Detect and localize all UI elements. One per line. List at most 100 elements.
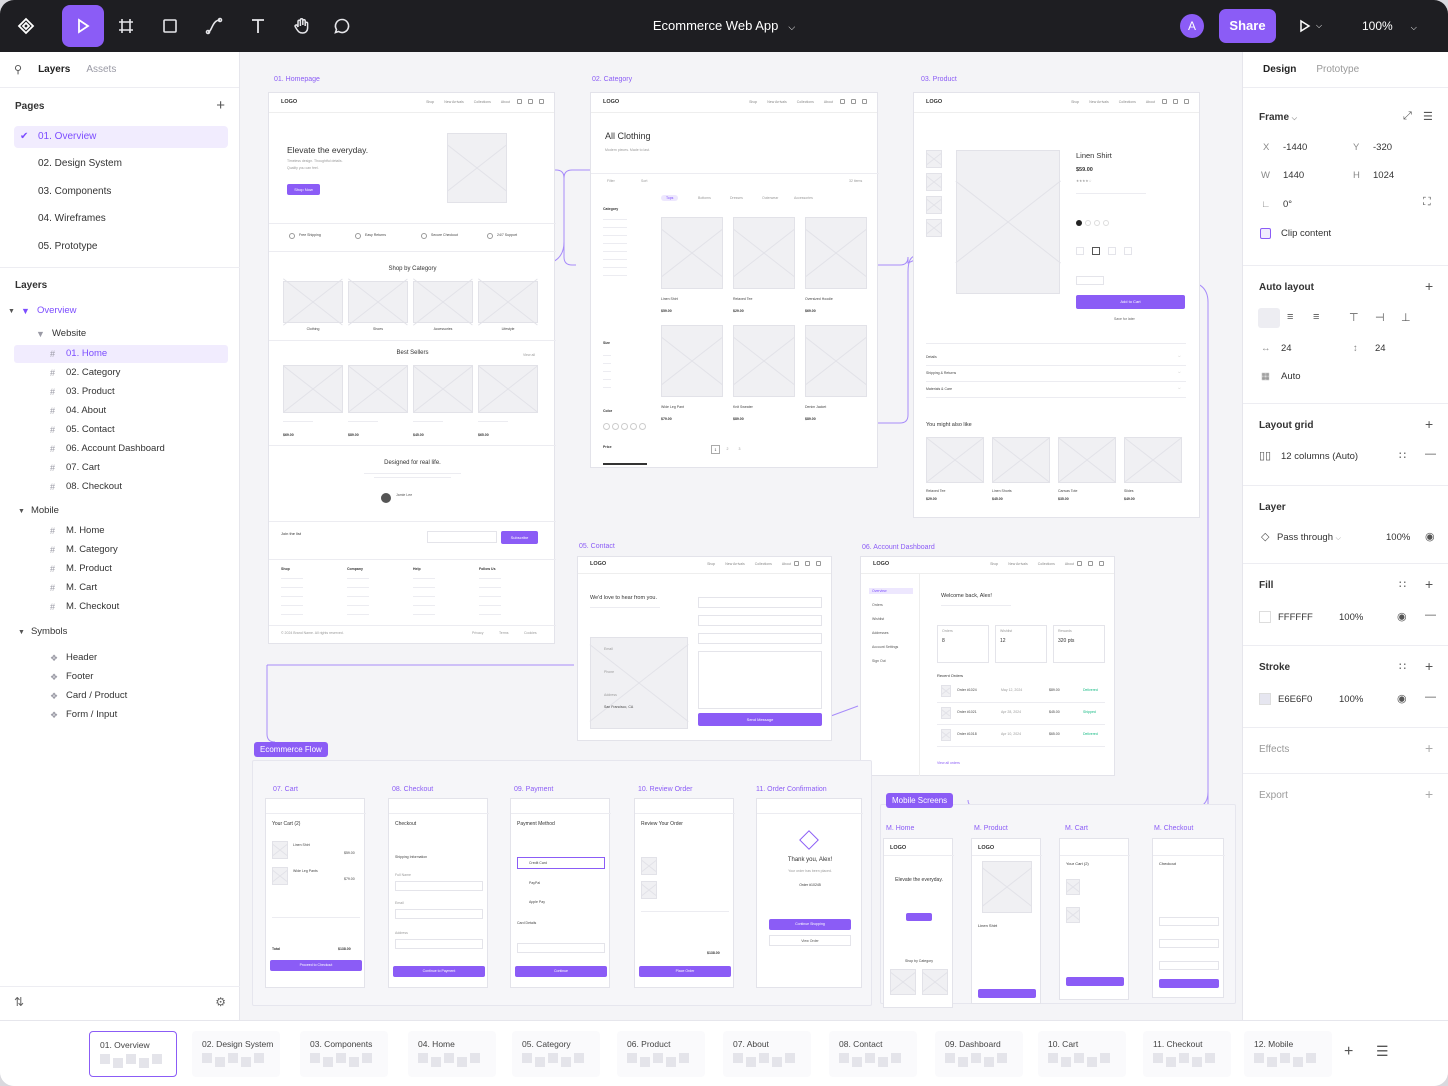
add-icon[interactable]: + — [1425, 786, 1433, 802]
layer-mobile[interactable]: ▼ Mobile — [18, 502, 232, 520]
frame-label-home[interactable]: 01. Homepage — [274, 76, 320, 83]
frame-m-product[interactable]: LOGO Linen Shirt — [971, 838, 1042, 1004]
layer-item[interactable]: #08. Checkout — [14, 478, 228, 496]
stroke-opacity[interactable]: 100% — [1339, 694, 1363, 705]
share-button[interactable]: Share — [1219, 9, 1276, 43]
layout-icon[interactable]: ⇅ — [14, 995, 24, 1009]
page-thumbnail[interactable]: 07. About — [723, 1031, 811, 1077]
frame-label-m-home[interactable]: M. Home — [886, 825, 914, 832]
page-thumbnail[interactable]: 09. Dashboard — [935, 1031, 1023, 1077]
frame-label-checkout[interactable]: 08. Checkout — [392, 786, 433, 793]
layer-item[interactable]: # M. Cart — [14, 579, 228, 597]
frame-account[interactable]: LOGO Shop New Arrivals Collections About Ov… — [860, 556, 1115, 776]
clip-content-checkbox[interactable] — [1260, 228, 1271, 239]
design-canvas[interactable]: 01. Homepage LOGO Shop New Arrivals Collec… — [240, 52, 1242, 1020]
frame-label-confirmation[interactable]: 11. Order Confirmation — [756, 786, 827, 793]
frame-cart[interactable]: Your Cart (2) Linen Shirt $59.00 Wide Le… — [265, 798, 366, 988]
layer-item[interactable]: # M. Home — [14, 522, 228, 540]
blend-mode-select[interactable]: Pass through ⌵ — [1277, 532, 1341, 543]
frame-confirmation[interactable]: Thank you, Alex! Your order has been pla… — [756, 798, 863, 988]
page-thumbnail[interactable]: 02. Design System — [192, 1031, 280, 1077]
file-title-text[interactable]: Ecommerce Web App — [653, 18, 778, 33]
page-item-prototype[interactable]: 05. Prototype — [14, 236, 228, 258]
eye-icon[interactable]: ◉ — [1397, 610, 1407, 623]
present-button[interactable]: ⌵ — [1298, 14, 1332, 38]
frame-label-category[interactable]: 02. Category — [592, 76, 632, 83]
layer-website[interactable]: ▼ Website — [36, 325, 250, 343]
page-thumbnail[interactable]: 01. Overview — [89, 1031, 177, 1077]
layer-item[interactable]: #02. Category — [14, 364, 228, 382]
y-input[interactable]: -320 — [1373, 142, 1392, 153]
page-item-design-system[interactable]: 02. Design System — [14, 153, 228, 175]
symbol-item[interactable]: ❖ Header — [14, 649, 228, 667]
frame-checkout[interactable]: Checkout Shipping Information Full Name … — [388, 798, 489, 988]
gap-x-input[interactable]: 24 — [1281, 343, 1292, 354]
fill-hex[interactable]: FFFFFF — [1278, 612, 1313, 623]
frame-label-m-product[interactable]: M. Product — [974, 825, 1008, 832]
caret-down-icon[interactable]: ▼ — [8, 303, 15, 321]
layer-item[interactable]: #04. About — [14, 402, 228, 420]
page-item-wireframes[interactable]: 04. Wireframes — [14, 208, 228, 230]
layer-item[interactable]: #01. Home — [14, 345, 228, 363]
frame-label-m-cart[interactable]: M. Cart — [1065, 825, 1088, 832]
page-thumbnail[interactable]: 08. Contact — [829, 1031, 917, 1077]
frame-label-payment[interactable]: 09. Payment — [514, 786, 553, 793]
tab-layers[interactable]: Layers — [38, 64, 70, 75]
eye-icon[interactable]: ◉ — [1425, 530, 1435, 543]
layer-item[interactable]: # M. Product — [14, 560, 228, 578]
page-thumbnail[interactable]: 12. Mobile — [1244, 1031, 1332, 1077]
layer-symbols[interactable]: ▼ Symbols — [18, 623, 232, 641]
frame-label-account[interactable]: 06. Account Dashboard — [862, 544, 935, 551]
pen-tool-icon[interactable] — [194, 6, 234, 46]
auto-value[interactable]: Auto — [1281, 371, 1301, 382]
layer-opacity[interactable]: 100% — [1386, 532, 1410, 543]
list-view-icon[interactable]: ☰ — [1376, 1043, 1389, 1060]
move-tool-icon[interactable] — [62, 5, 104, 47]
layer-item[interactable]: # M. Checkout — [14, 598, 228, 616]
x-input[interactable]: -1440 — [1283, 142, 1307, 153]
w-input[interactable]: 1440 — [1283, 170, 1304, 181]
frame-tool-icon[interactable] — [106, 6, 146, 46]
frame-category[interactable]: LOGO Shop New Arrivals Collections About Al… — [590, 92, 879, 468]
remove-icon[interactable]: — — [1425, 609, 1436, 621]
tab-prototype[interactable]: Prototype — [1316, 64, 1359, 75]
gap-y-input[interactable]: 24 — [1375, 343, 1386, 354]
comment-tool-icon[interactable] — [322, 6, 362, 46]
align-bottom-icon[interactable]: ⊥ — [1401, 311, 1411, 324]
frame-label-review[interactable]: 10. Review Order — [638, 786, 692, 793]
resize-icon[interactable]: ⤢ — [1403, 110, 1412, 123]
add-icon[interactable]: + — [1425, 416, 1433, 432]
add-icon[interactable]: + — [1425, 658, 1433, 674]
tab-assets[interactable]: Assets — [86, 64, 116, 75]
stroke-hex[interactable]: E6E6F0 — [1278, 694, 1312, 705]
zoom-control[interactable]: 100% ⌵ — [1362, 14, 1417, 38]
page-thumbnail[interactable]: 05. Category — [512, 1031, 600, 1077]
page-thumbnail[interactable]: 03. Components — [300, 1031, 388, 1077]
styles-icon[interactable]: ∷ — [1399, 578, 1406, 591]
frame-heading[interactable]: Frame ⌵ — [1259, 112, 1297, 123]
frame-m-cart[interactable]: Your Cart (2) — [1059, 838, 1130, 1000]
fill-swatch[interactable] — [1259, 611, 1271, 623]
layer-item[interactable]: #07. Cart — [14, 459, 228, 477]
page-thumbnail[interactable]: 06. Product — [617, 1031, 705, 1077]
align-center-icon[interactable]: ≡ — [1287, 311, 1293, 323]
remove-icon[interactable]: — — [1425, 691, 1436, 703]
align-left-icon[interactable] — [1258, 308, 1280, 328]
layer-overview[interactable]: ▼ ▼ Overview — [8, 302, 222, 320]
avatar[interactable]: A — [1180, 14, 1204, 38]
add-page-icon[interactable]: + — [216, 97, 225, 114]
symbol-item[interactable]: ❖ Card / Product — [14, 687, 228, 705]
tab-design[interactable]: Design — [1263, 64, 1296, 75]
page-item-overview[interactable]: ✔ 01. Overview — [14, 126, 228, 148]
frame-label-cart[interactable]: 07. Cart — [273, 786, 298, 793]
frame-m-checkout[interactable]: Checkout — [1152, 838, 1225, 998]
align-top-icon[interactable]: ⊤ — [1349, 311, 1359, 324]
frame-homepage[interactable]: LOGO Shop New Arrivals Collections About El… — [268, 92, 556, 644]
search-icon[interactable]: ⚲ — [14, 63, 22, 76]
frame-contact[interactable]: LOGO Shop New Arrivals Collections About We… — [577, 556, 832, 741]
symbol-item[interactable]: ❖ Footer — [14, 668, 228, 686]
align-middle-icon[interactable]: ⊣ — [1375, 311, 1385, 324]
caret-down-icon[interactable]: ▼ — [18, 624, 25, 642]
add-icon[interactable]: + — [1425, 740, 1433, 756]
page-thumbnail[interactable]: 10. Cart — [1038, 1031, 1126, 1077]
